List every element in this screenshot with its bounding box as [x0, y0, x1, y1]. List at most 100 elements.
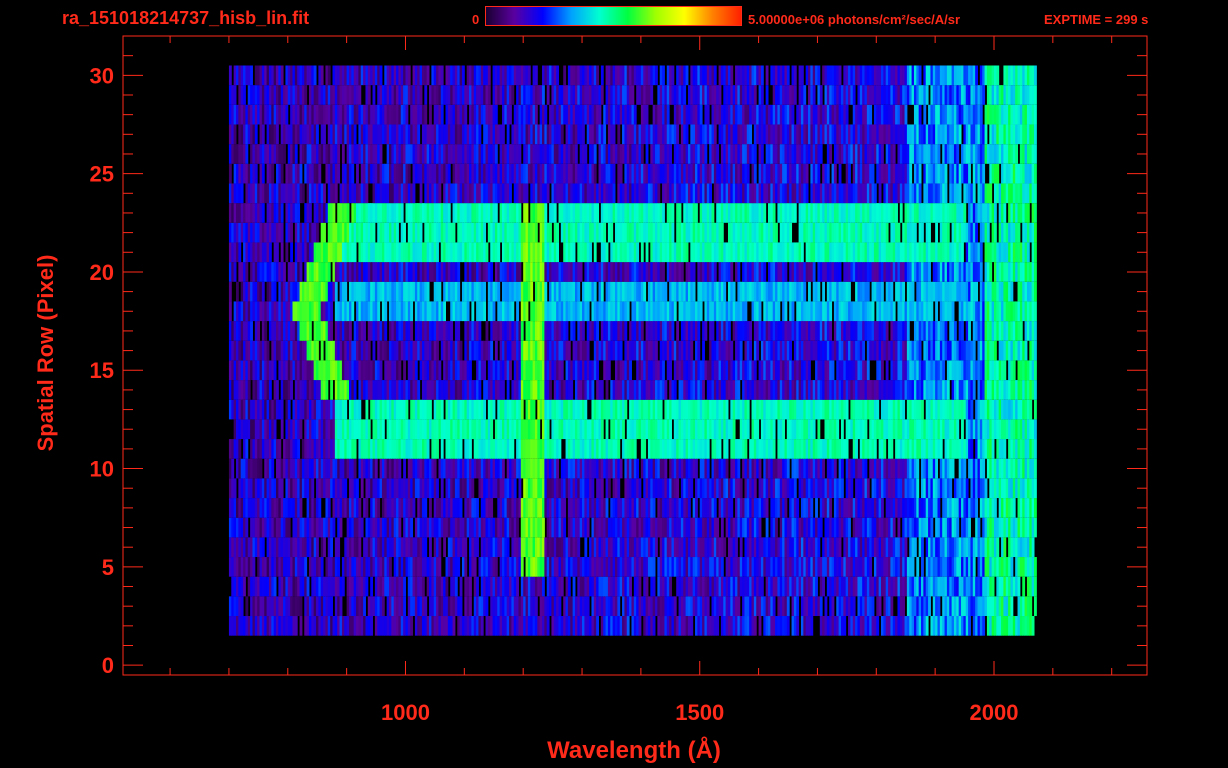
heatmap-cell [440, 439, 444, 459]
heatmap-cell [916, 478, 920, 499]
heatmap-plot: 1000 1500 2000051015202530 [90, 35, 1148, 725]
heatmap-cell [245, 439, 249, 459]
heatmap-cell [586, 596, 590, 617]
heatmap-cell [287, 517, 291, 538]
heatmap-cell [1034, 596, 1037, 617]
heatmap-cell [323, 537, 326, 558]
heatmap-cell [760, 576, 764, 597]
heatmap-cell [327, 498, 331, 518]
heatmap-cell [951, 458, 955, 479]
heatmap-cell [299, 419, 303, 440]
heatmap-cell [772, 596, 776, 617]
heatmap-cell [626, 616, 630, 636]
heatmap-cell [363, 321, 366, 341]
heatmap-cell [975, 498, 979, 518]
heatmap-cell [862, 340, 866, 361]
heatmap-cell [520, 557, 524, 577]
heatmap-cell [921, 399, 924, 420]
heatmap-cell [749, 340, 753, 361]
heatmap-cell [786, 458, 790, 479]
heatmap-cell [937, 596, 941, 617]
heatmap-cell [344, 399, 348, 420]
heatmap-cell [490, 498, 494, 518]
heatmap-cell [403, 576, 406, 597]
heatmap-cell [370, 576, 374, 597]
heatmap-cell [702, 380, 705, 400]
heatmap-cell [457, 321, 461, 341]
heatmap-cell [471, 478, 475, 499]
heatmap-cell [796, 498, 800, 518]
heatmap-cell [436, 340, 439, 361]
heatmap-cell [485, 596, 489, 617]
heatmap-cell [398, 517, 402, 538]
heatmap-cell [944, 321, 948, 341]
heatmap-cell [421, 576, 425, 597]
heatmap-cell [796, 616, 800, 636]
heatmap-cell [723, 537, 727, 558]
heatmap-cell [490, 419, 494, 440]
heatmap-cell [563, 498, 567, 518]
heatmap-cell [459, 596, 463, 617]
heatmap-cell [454, 576, 458, 597]
heatmap-cell [662, 360, 665, 381]
heatmap-cell [605, 419, 609, 440]
heatmap-cell [558, 439, 562, 459]
heatmap-cell [445, 576, 449, 597]
heatmap-cell [880, 498, 884, 518]
heatmap-cell [645, 576, 649, 597]
heatmap-cell [436, 439, 439, 459]
heatmap-cell [492, 399, 496, 420]
heatmap-cell [720, 557, 724, 577]
heatmap-cell [271, 458, 275, 479]
heatmap-cell [381, 596, 385, 617]
heatmap-cell [676, 321, 680, 341]
heatmap-cell [436, 478, 439, 499]
heatmap-cell [542, 517, 545, 538]
heatmap-cell [725, 439, 729, 459]
heatmap-cell [878, 596, 882, 617]
heatmap-cell [501, 458, 505, 479]
heatmap-cell [746, 399, 750, 420]
heatmap-cell [494, 340, 498, 361]
heatmap-cell [885, 321, 889, 341]
heatmap-cell [1029, 399, 1033, 420]
heatmap-cell [906, 321, 910, 341]
heatmap-cell [353, 458, 357, 479]
heatmap-cell [725, 399, 729, 420]
heatmap-cell [379, 360, 383, 381]
heatmap-cell [501, 380, 505, 400]
heatmap-cell [1034, 557, 1037, 577]
heatmap-cell [617, 478, 621, 499]
heatmap-cell [339, 596, 343, 617]
heatmap-cell [478, 380, 482, 400]
heatmap-cell [337, 557, 341, 577]
heatmap-cell [1003, 439, 1007, 459]
heatmap-cell [655, 537, 658, 558]
heatmap-cell [365, 399, 369, 420]
heatmap-cell [732, 419, 736, 440]
heatmap-cell [513, 478, 517, 499]
heatmap-cell [845, 399, 849, 420]
heatmap-cell [1029, 596, 1033, 617]
heatmap-cell [659, 399, 663, 420]
heatmap-cell [942, 360, 946, 381]
heatmap-cell [876, 616, 880, 636]
heatmap-cell [459, 340, 463, 361]
heatmap-cell [398, 458, 402, 479]
heatmap-cell [410, 616, 414, 636]
heatmap-cell [403, 360, 406, 381]
heatmap-cell [822, 458, 825, 479]
heatmap-cell [429, 537, 432, 558]
heatmap-cell [796, 596, 800, 617]
heatmap-cell [638, 576, 642, 597]
heatmap-cell [744, 439, 748, 459]
heatmap-cell [991, 439, 995, 459]
heatmap-cell [252, 557, 256, 577]
heatmap-cell [669, 419, 672, 440]
heatmap-cell [953, 321, 957, 341]
heatmap-cell [939, 439, 943, 459]
heatmap-cell [695, 458, 698, 479]
heatmap-cell [596, 616, 600, 636]
heatmap-cell [591, 478, 595, 499]
heatmap-cell [1034, 517, 1037, 538]
